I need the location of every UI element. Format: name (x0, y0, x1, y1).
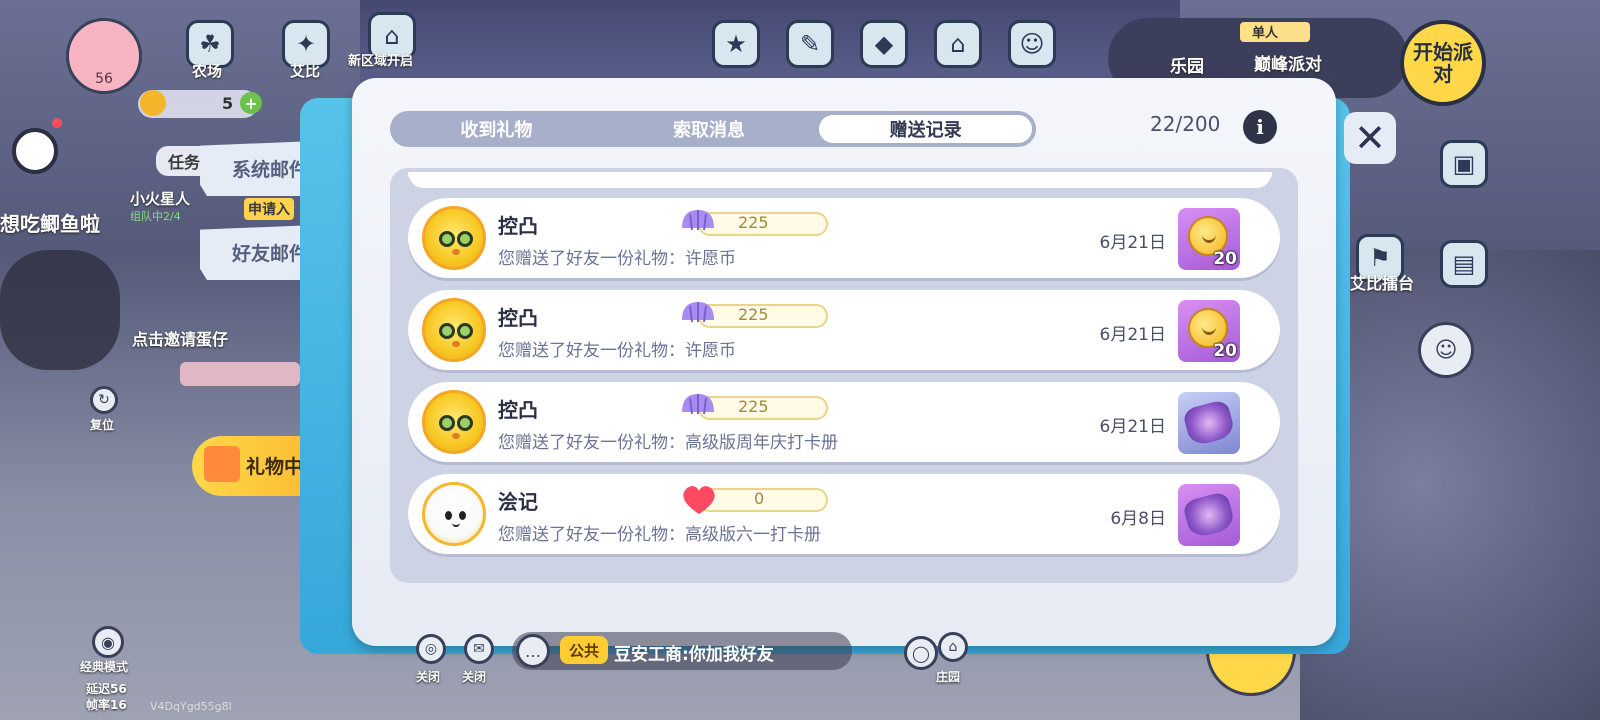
friend-name: 控凸 (498, 398, 538, 422)
friend-avatar[interactable] (422, 482, 486, 546)
currency-sub-label: 1 (691, 320, 698, 332)
record-date: 6月21日 (1099, 417, 1166, 437)
add-coin-button[interactable]: + (240, 92, 262, 114)
gift-box-icon (204, 446, 240, 482)
anniversary-book-icon (1181, 398, 1237, 448)
voice-off-label: 关闭 (416, 670, 441, 684)
top-menu: ★ ✎ ◆ ⌂ ☺ (712, 20, 1132, 80)
print-icon[interactable]: ▤ (1440, 240, 1488, 288)
gift-quantity: 20 (1213, 249, 1237, 269)
friend-avatar[interactable] (422, 390, 486, 454)
gift-quantity: 20 (1213, 341, 1237, 361)
coin-icon (140, 90, 166, 116)
party-name[interactable]: 巅峰派对 (1254, 50, 1322, 75)
emote-bar (180, 362, 300, 386)
device-id: V4DqYgd55g8l (150, 700, 232, 713)
mic-off-label: 关闭 (462, 670, 487, 684)
dialog-tabs: 收到礼物 索取消息 赠送记录 (390, 111, 1036, 147)
intimacy-value: 225 (738, 213, 769, 232)
close-button[interactable]: ✕ (1344, 112, 1396, 164)
shell-icon: 1 (682, 210, 714, 240)
record-date: 6月21日 (1099, 233, 1166, 253)
chat-icon[interactable]: … (516, 634, 550, 668)
player-status: 组队中2/4 (130, 210, 181, 223)
classic-mode-label: 经典模式 (80, 660, 129, 674)
speech-bubble-icon[interactable]: ◯ (904, 636, 938, 670)
record-date: 6月8日 (1110, 509, 1166, 529)
record-description: 您赠送了好友一份礼物：许愿币 (498, 249, 736, 269)
currency-sub-label: 1 (691, 412, 698, 424)
friend-name: 控凸 (498, 306, 538, 330)
handbook-icon[interactable]: ✎ (786, 20, 834, 68)
notification-dot (52, 118, 62, 128)
coin-count: 5 (222, 94, 234, 113)
friend-avatar[interactable] (422, 298, 486, 362)
heart-icon (683, 486, 715, 514)
close-icon: ✕ (1354, 116, 1386, 160)
emote-wheel-button[interactable]: ☺ (1418, 322, 1474, 378)
mic-icon[interactable]: ✉ (464, 634, 494, 664)
chat-channel-badge: 公共 (560, 636, 608, 664)
list-item-partial (408, 172, 1272, 188)
tab-received-gifts[interactable]: 收到礼物 (390, 111, 603, 147)
shell-icon: 1 (682, 394, 714, 424)
record-date: 6月21日 (1099, 325, 1166, 345)
gift-tile[interactable] (1178, 484, 1240, 546)
children-day-book-icon (1181, 490, 1237, 540)
record-description: 您赠送了好友一份礼物：高级版六一打卡册 (498, 525, 821, 545)
intimacy-value: 0 (754, 489, 765, 508)
new-area-label: 新区域开启 (348, 54, 414, 69)
reset-icon[interactable]: ↻ (90, 386, 118, 414)
blind-box-icon[interactable]: ◆ (860, 20, 908, 68)
party-mode-label: 单人 (1240, 22, 1310, 42)
tab-send-records[interactable]: 赠送记录 (817, 113, 1035, 145)
list-item: 控凸 您赠送了好友一份礼物：高级版周年庆打卡册 1 225 6月21日 (408, 382, 1280, 462)
gift-tile[interactable] (1178, 392, 1240, 454)
avatar-level: 56 (95, 71, 113, 87)
tab-request-messages[interactable]: 索取消息 (603, 111, 816, 147)
record-description: 您赠送了好友一份礼物：许愿币 (498, 341, 736, 361)
start-party-button[interactable]: 开始派对 (1400, 20, 1486, 106)
currency-sub-label: 1 (691, 228, 698, 240)
friend-avatar[interactable] (422, 206, 486, 270)
farm-label: 农场 (192, 62, 223, 80)
invite-button[interactable]: 点击邀请蛋仔 (132, 326, 228, 350)
chat-message: 豆安工商:你加我好友 (614, 645, 774, 665)
gift-tile[interactable]: 20 (1178, 208, 1240, 270)
hot-sale-icon[interactable]: ★ (712, 20, 760, 68)
friend-name: 控凸 (498, 214, 538, 238)
chat-bubble-text: 想吃鲫鱼啦 (0, 212, 100, 236)
friend-name: 浍记 (498, 490, 538, 514)
aibi-label: 艾比 (290, 62, 321, 80)
start-party-label: 开始派对 (1413, 40, 1473, 86)
list-item: 控凸 您赠送了好友一份礼物：许愿币 1 225 6月21日 20 (408, 198, 1280, 278)
shop-icon[interactable]: ⌂ (934, 20, 982, 68)
storage-box-icon[interactable]: ▣ (1440, 140, 1488, 188)
intimacy-value: 225 (738, 305, 769, 324)
fps-label: 帧率16 (86, 698, 127, 712)
intimacy-value: 225 (738, 397, 769, 416)
voice-icon[interactable]: ◎ (416, 634, 446, 664)
scene-rock (0, 250, 120, 370)
arena-label: 艾比擂台 (1350, 274, 1415, 293)
manor-icon[interactable]: ⌂ (938, 632, 968, 662)
eye-icon[interactable]: ◉ (92, 626, 124, 658)
party-tab-label: 乐园 (1170, 57, 1204, 77)
reset-label: 复位 (90, 418, 115, 432)
info-icon[interactable]: i (1243, 110, 1277, 144)
manor-label: 庄园 (936, 670, 961, 684)
apply-join-button[interactable]: 申请入 (244, 198, 294, 220)
latency-label: 延迟56 (86, 682, 127, 696)
gift-tile[interactable]: 20 (1178, 300, 1240, 362)
event-icon[interactable]: ☺ (1008, 20, 1056, 68)
record-description: 您赠送了好友一份礼物：高级版周年庆打卡册 (498, 433, 838, 453)
list-item: 浍记 您赠送了好友一份礼物：高级版六一打卡册 0 6月8日 (408, 474, 1280, 554)
list-item: 控凸 您赠送了好友一份礼物：许愿币 1 225 6月21日 20 (408, 290, 1280, 370)
record-button[interactable] (12, 128, 58, 174)
record-counter: 22/200 (1150, 112, 1221, 136)
player-avatar[interactable]: 56 (66, 18, 142, 94)
shell-icon: 1 (682, 302, 714, 332)
player-name: 小火星人 (130, 190, 191, 208)
